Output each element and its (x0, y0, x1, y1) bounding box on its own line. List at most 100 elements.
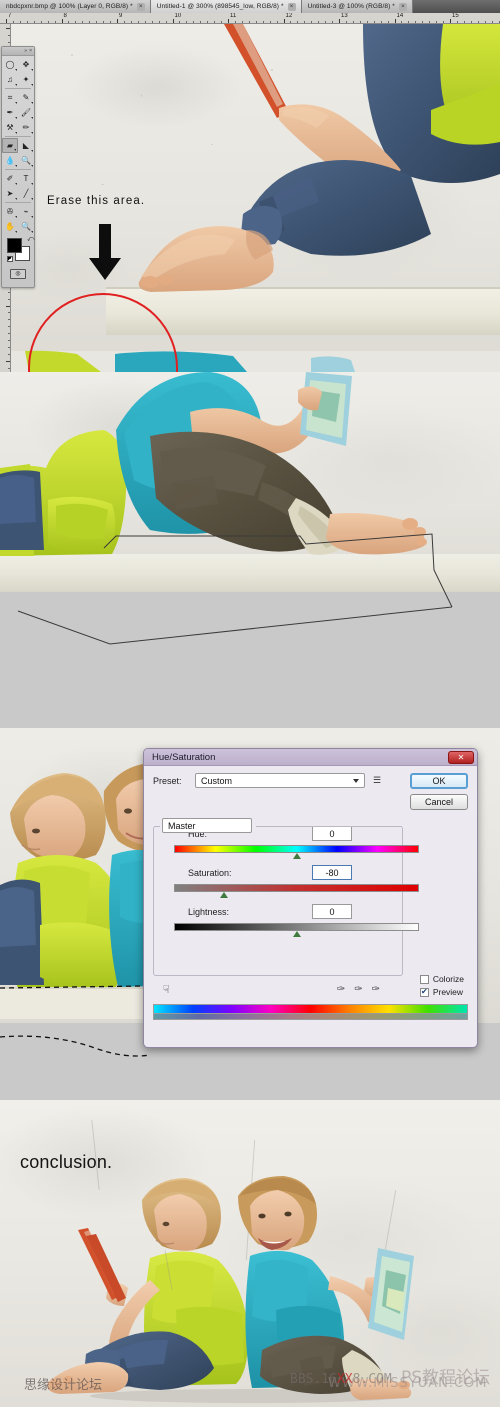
gradient-tool[interactable]: ◣ (18, 138, 34, 153)
preset-select[interactable]: Custom (195, 773, 365, 788)
brush-tool[interactable]: 🖌 (18, 105, 34, 120)
horizontal-ruler[interactable]: 7 8 9 10 11 12 13 14 15 (0, 13, 500, 24)
eyedropper-tool[interactable]: ✎ (18, 90, 34, 105)
zoom-tool[interactable]: 🔍 (18, 219, 34, 234)
saturation-slider-thumb[interactable] (219, 892, 228, 898)
collapse-icon[interactable]: » (24, 48, 27, 54)
tool-group-divider (5, 202, 31, 203)
fieldset-border-right (256, 826, 402, 827)
eyedropper-group: ✑ ✑ ✑ (337, 984, 380, 995)
lightness-label: Lightness: (188, 906, 230, 917)
tab-label: Untitled-1 @ 300% (898545_low, RGB/8) * (156, 3, 284, 10)
foreground-color-swatch[interactable] (7, 238, 22, 253)
document-tab-0[interactable]: nbdcpxnr.bmp @ 100% (Layer 0, RGB/8) * × (0, 0, 151, 13)
close-icon[interactable]: × (136, 2, 145, 11)
tab-label: nbdcpxnr.bmp @ 100% (Layer 0, RGB/8) * (6, 3, 133, 10)
document-tab-bar: nbdcpxnr.bmp @ 100% (Layer 0, RGB/8) * ×… (0, 0, 500, 13)
path-selection-tool[interactable]: ➤ (2, 186, 18, 201)
lasso-icon: ♫ (7, 75, 13, 84)
clone-stamp-tool[interactable]: ⚒ (2, 120, 18, 135)
hue-saturation-dialog[interactable]: Hue/Saturation ✕ Preset: Custom ☰ OK Can… (143, 748, 478, 1048)
move-tool[interactable]: ✥ (18, 57, 34, 72)
magic-wand-icon: ✦ (22, 75, 30, 84)
document-tab-2[interactable]: Untitled-3 @ 100% (RGB/8) * × (301, 0, 413, 13)
tools-panel[interactable]: » × ◯ ✥ ♫ ✦ ⌗ ✎ ✒ 🖌 ⚒ ✏ ▰ ◣ 💧 🔍 ✐ T ➤ ╱ ✇ ⌁ ✋ 🔍 ⤺ ◎ (1, 46, 35, 288)
cancel-button[interactable]: Cancel (410, 794, 468, 810)
conclusion-caption: conclusion. (20, 1152, 113, 1172)
hue-value-field[interactable]: 0 (312, 826, 352, 841)
history-brush-icon: ✏ (22, 123, 30, 132)
spectrum-bars (153, 1004, 468, 1020)
eyedropper-subtract-icon[interactable]: ✑ (372, 984, 380, 995)
tab-bar-filler (412, 0, 500, 13)
texture-speck (211, 144, 213, 145)
preview-checkbox-row[interactable]: ✔ Preview (419, 987, 464, 997)
saturation-label: Saturation: (188, 867, 232, 878)
lightness-slider-thumb[interactable] (292, 931, 301, 937)
magic-wand-tool[interactable]: ✦ (18, 72, 34, 87)
ruler-label: 14 (396, 13, 404, 19)
colorize-label: Colorize (432, 974, 464, 984)
colorize-checkbox[interactable] (419, 974, 429, 984)
pen-tool[interactable]: ✐ (2, 171, 18, 186)
tool-group-divider (5, 136, 31, 137)
preset-label: Preset: (153, 775, 182, 786)
color-swatches[interactable]: ⤺ (7, 236, 34, 264)
crop-icon: ⌗ (7, 92, 13, 102)
eyedropper-icon: ✎ (22, 93, 30, 102)
dialog-bottom-row: ☟ ✑ ✑ ✑ Colorize ✔ Preview (153, 974, 468, 1002)
crop-tool[interactable]: ⌗ (2, 90, 18, 105)
ruler-label: 12 (285, 13, 293, 19)
checkbox-group: Colorize ✔ Preview (419, 974, 464, 1000)
close-icon[interactable]: ✕ (448, 751, 474, 764)
eyedropper-add-icon[interactable]: ✑ (354, 984, 362, 995)
colorize-checkbox-row[interactable]: Colorize (419, 974, 464, 984)
lasso-tool[interactable]: ♫ (2, 72, 18, 87)
hue-gradient-bar[interactable] (174, 845, 419, 859)
dialog-title-bar[interactable]: Hue/Saturation ✕ (144, 749, 477, 766)
tools-panel-header[interactable]: » × (2, 47, 34, 56)
swap-colors-icon[interactable]: ⤺ (27, 236, 34, 244)
ok-button[interactable]: OK (410, 773, 468, 789)
notes-icon: ✇ (6, 207, 14, 216)
document-tab-1[interactable]: Untitled-1 @ 300% (898545_low, RGB/8) * … (150, 0, 302, 13)
quick-mask-toggle[interactable]: ◎ (2, 267, 34, 280)
line-tool[interactable]: ╱ (18, 186, 34, 201)
adjustment-group: Master Hue: 0 Saturation: -80 Lightness:… (153, 818, 419, 976)
lightness-gradient-bar[interactable] (174, 923, 419, 937)
close-icon[interactable]: × (398, 2, 407, 11)
hand-tool[interactable]: ✋ (2, 219, 18, 234)
history-brush-tool[interactable]: ✏ (18, 120, 34, 135)
preview-checkbox[interactable]: ✔ (419, 987, 429, 997)
shape-tool[interactable]: ⌁ (18, 204, 34, 219)
lightness-value-field[interactable]: 0 (312, 904, 352, 919)
target-adjustment-hand-icon[interactable]: ☟ (163, 983, 170, 996)
input-spectrum-bar (153, 1004, 468, 1013)
dodge-tool[interactable]: 🔍 (18, 153, 34, 168)
eraser-tool[interactable]: ▰ (2, 138, 18, 153)
preset-menu-icon[interactable]: ☰ (370, 773, 384, 788)
tool-grid[interactable]: ◯ ✥ ♫ ✦ ⌗ ✎ ✒ 🖌 ⚒ ✏ ▰ ◣ 💧 🔍 ✐ T ➤ ╱ ✇ ⌁ ✋ 🔍 (2, 56, 34, 234)
saturation-gradient-bar[interactable] (174, 884, 419, 898)
ruler-label: 7 (8, 13, 12, 19)
type-icon: T (23, 174, 29, 183)
texture-speck (71, 54, 73, 56)
channel-select[interactable]: Master (162, 818, 252, 833)
notes-tool[interactable]: ✇ (2, 204, 18, 219)
chevron-down-icon (353, 779, 359, 783)
close-icon[interactable]: × (29, 48, 32, 54)
close-icon[interactable]: × (287, 2, 296, 11)
blur-tool[interactable]: 💧 (2, 153, 18, 168)
arrow-down-icon (89, 224, 121, 280)
default-colors-icon[interactable] (7, 256, 13, 262)
texture-speck (101, 184, 104, 185)
hue-slider-thumb[interactable] (292, 853, 301, 859)
healing-brush-tool[interactable]: ✒ (2, 105, 18, 120)
healing-brush-icon: ✒ (6, 108, 14, 117)
eyedropper-icon[interactable]: ✑ (337, 984, 345, 995)
elliptical-marquee-tool[interactable]: ◯ (2, 57, 18, 72)
pen-icon: ✐ (6, 174, 14, 183)
type-tool[interactable]: T (18, 171, 34, 186)
quick-mask-icon: ◎ (10, 268, 26, 279)
saturation-value-field[interactable]: -80 (312, 865, 352, 880)
